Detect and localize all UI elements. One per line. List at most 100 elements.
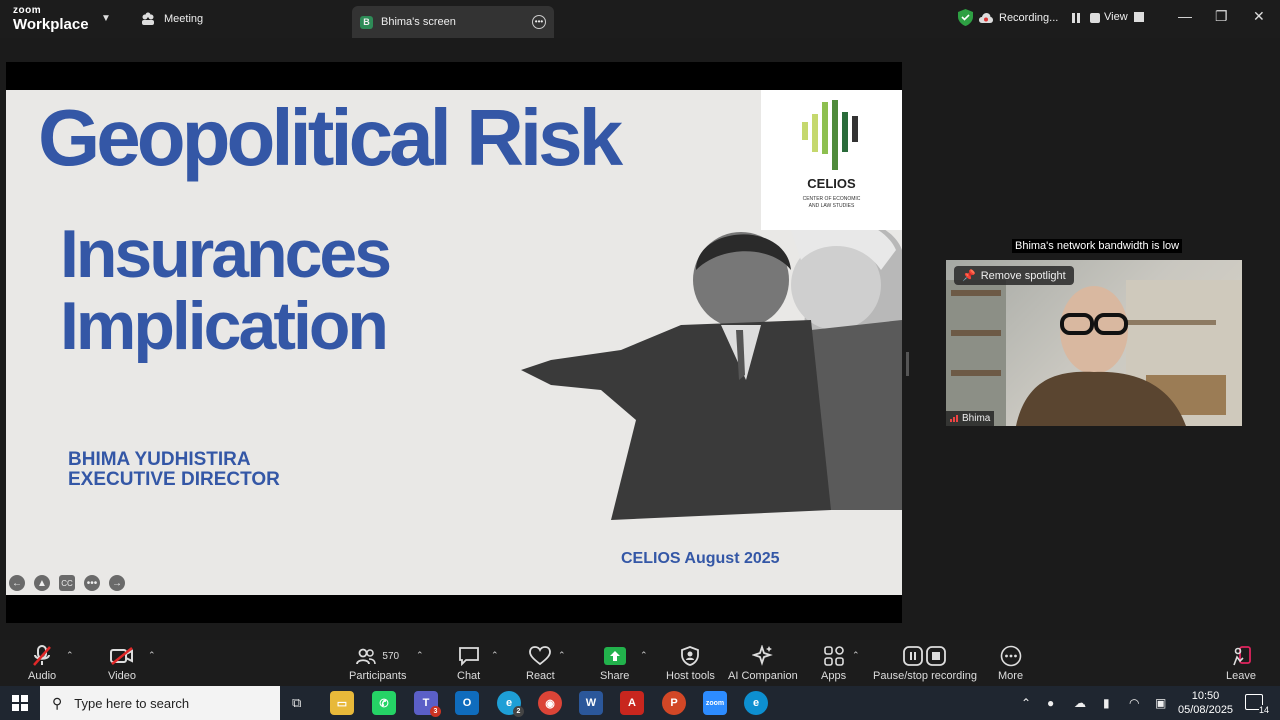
captions-icon[interactable]: CC (59, 575, 75, 591)
tab-shared-screen[interactable]: B Bhima's screen ••• (352, 6, 554, 38)
battery-icon[interactable]: ▮ (1103, 696, 1110, 710)
view-button[interactable]: View (1104, 11, 1144, 23)
apps-caret-icon[interactable]: ⌃ (852, 650, 860, 661)
apps-icon (823, 646, 844, 666)
chat-icon (458, 647, 479, 666)
share-screen-icon (603, 647, 626, 665)
clock-time: 10:50 (1191, 690, 1220, 702)
sync-icon[interactable]: ● (1047, 696, 1054, 710)
slide-controls: ← ▲ CC ••• → (9, 575, 125, 591)
participants-button[interactable]: 570 Participants (349, 644, 406, 682)
minimize-icon[interactable]: — (1178, 8, 1192, 24)
next-slide-icon[interactable]: → (109, 575, 125, 591)
chat-caret-icon[interactable]: ⌃ (491, 650, 499, 661)
outlook-icon[interactable]: O (455, 691, 479, 715)
stop-icon[interactable] (1090, 12, 1101, 23)
chevron-down-icon[interactable]: ▼ (101, 13, 111, 24)
signal-icon (950, 415, 958, 422)
bandwidth-notice: Bhima's network bandwidth is low (1012, 239, 1183, 253)
zoom-logo: zoom Workplace (13, 5, 89, 33)
edge-badge: 2 (513, 706, 524, 717)
windows-taskbar: ⚲ Type here to search ⧉ ▭ ✆ T3 O e2 ◉ W … (0, 686, 1280, 720)
more-icon[interactable]: ••• (84, 575, 100, 591)
video-off-icon (109, 647, 133, 665)
video-options-caret-icon[interactable]: ⌃ (148, 650, 156, 661)
chrome-icon[interactable]: ◉ (538, 691, 562, 715)
pause-stop-label: Pause/stop recording (873, 670, 977, 682)
more-label: More (998, 670, 1024, 682)
whatsapp-icon[interactable]: ✆ (372, 691, 396, 715)
host-tools-button[interactable]: Host tools (666, 644, 715, 682)
recording-indicator: Recording... (958, 9, 1101, 26)
powerpoint-icon[interactable]: P (662, 691, 686, 715)
logo-brand: zoom (13, 5, 42, 16)
resize-handle[interactable] (906, 352, 909, 376)
close-icon[interactable]: ✕ (1253, 8, 1265, 25)
celios-subtitle-line1: CENTER OF ECONOMIC (802, 196, 861, 202)
pause-stop-recording-button[interactable]: Pause/stop recording (873, 644, 977, 682)
ai-companion-label: AI Companion (728, 670, 798, 682)
participant-video[interactable]: 📌 Remove spotlight Bhima (946, 260, 1242, 426)
ai-companion-button[interactable]: AI Companion (728, 644, 798, 682)
chevron-up-icon[interactable]: ⌃ (1021, 696, 1031, 710)
tab-meeting-label: Meeting (164, 13, 204, 25)
share-label: Share (600, 670, 630, 682)
edge-icon[interactable]: e2 (497, 691, 524, 717)
shield-icon (958, 9, 973, 26)
react-caret-icon[interactable]: ⌃ (558, 650, 566, 661)
zoom-app-icon[interactable]: zoom (703, 691, 727, 715)
share-caret-icon[interactable]: ⌃ (640, 650, 648, 661)
previous-slide-icon[interactable]: ← (9, 575, 25, 591)
speaker-name: BHIMA YUDHISTIRA (68, 449, 251, 470)
share-button[interactable]: Share (600, 644, 629, 682)
screen-icon[interactable]: ▣ (1155, 696, 1166, 710)
video-button[interactable]: Video (108, 644, 136, 682)
celios-subtitle-line2: AND LAW STUDIES (808, 203, 855, 209)
apps-label: Apps (821, 670, 847, 682)
pointer-icon[interactable]: ▲ (34, 575, 50, 591)
acrobat-icon[interactable]: A (620, 691, 644, 715)
cloud-icon (979, 12, 993, 23)
file-explorer-icon[interactable]: ▭ (330, 691, 354, 715)
pause-icon[interactable] (1072, 12, 1081, 23)
speaker-role: EXECUTIVE DIRECTOR (68, 469, 280, 490)
onedrive-icon[interactable]: ☁ (1074, 696, 1086, 710)
search-placeholder: Type here to search (74, 695, 190, 711)
participants-icon (142, 12, 154, 25)
tab-meeting[interactable]: Meeting (140, 11, 203, 27)
teams-icon[interactable]: T3 (414, 691, 441, 717)
apps-button[interactable]: Apps (821, 644, 846, 682)
celios-name: CELIOS (807, 176, 856, 191)
word-icon[interactable]: W (579, 691, 603, 715)
windows-start-icon[interactable] (12, 695, 28, 711)
celios-bars-icon (802, 100, 858, 170)
react-button[interactable]: React (526, 644, 555, 682)
taskbar-search-input[interactable]: ⚲ Type here to search (40, 686, 280, 720)
notification-icon[interactable]: 14 (1245, 694, 1269, 715)
leave-button[interactable]: Leave (1226, 644, 1256, 682)
host-tools-label: Host tools (666, 670, 715, 682)
wifi-icon[interactable]: ◠ (1129, 696, 1139, 710)
participant-name-tag: Bhima (946, 411, 995, 426)
participants-count: 570 (382, 650, 400, 662)
speaker-block: BHIMA YUDHISTIRA EXECUTIVE DIRECTOR (68, 450, 280, 490)
logo-product: Workplace (13, 16, 89, 33)
participants-caret-icon[interactable]: ⌃ (416, 650, 424, 661)
more-button[interactable]: More (998, 644, 1023, 682)
microphone-muted-icon (33, 645, 51, 666)
edge-browser-icon[interactable]: e (744, 691, 768, 715)
teams-badge: 3 (430, 706, 441, 717)
title-bar: zoom Workplace ▼ Meeting B Bhima's scree… (0, 0, 1280, 38)
view-icon (1133, 12, 1144, 22)
audio-button[interactable]: Audio (28, 644, 56, 682)
presentation-slide: Geopolitical Risk Insurances Implication… (6, 90, 902, 595)
meeting-toolbar: Audio ⌃ Video ⌃ 570 Participants ⌃ Chat … (0, 640, 1280, 686)
restore-icon[interactable]: ❐ (1215, 8, 1228, 25)
chat-button[interactable]: Chat (457, 644, 480, 682)
audio-options-caret-icon[interactable]: ⌃ (66, 650, 74, 661)
clock[interactable]: 10:50 05/08/2025 (1178, 689, 1233, 717)
notification-count: 14 (1258, 705, 1269, 715)
more-options-icon[interactable]: ••• (532, 15, 546, 29)
task-view-icon[interactable]: ⧉ (292, 695, 301, 711)
remove-spotlight-button[interactable]: 📌 Remove spotlight (954, 266, 1074, 285)
